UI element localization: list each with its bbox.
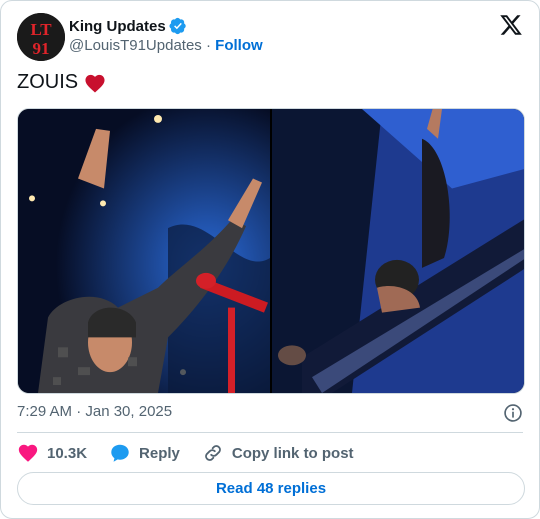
x-logo-icon[interactable] <box>499 13 523 37</box>
photo-right-balcony[interactable] <box>272 109 525 393</box>
post-timestamp[interactable]: 7:29 AM · Jan 30, 2025 <box>17 403 172 420</box>
svg-text:LT: LT <box>30 20 52 39</box>
copy-link-label: Copy link to post <box>231 444 354 462</box>
reply-label: Reply <box>139 444 180 462</box>
author-display-name[interactable]: King Updates <box>69 18 166 35</box>
like-button[interactable]: 10.3K <box>17 442 87 464</box>
follow-button[interactable]: Follow <box>215 37 263 54</box>
info-icon[interactable] <box>503 403 523 423</box>
action-bar: 10.3K Reply Copy link to post <box>17 441 376 465</box>
embedded-post-card: LT 91 King Updates @LouisT91Updates · Fo… <box>0 0 540 519</box>
avatar-logo: LT 91 <box>17 13 65 61</box>
tweet-body: ZOUIS <box>17 71 79 93</box>
reply-button[interactable]: Reply <box>109 442 180 464</box>
author-avatar[interactable]: LT 91 <box>17 13 65 61</box>
handle-separator: · <box>205 37 211 54</box>
author-handle[interactable]: @LouisT91Updates <box>69 37 202 54</box>
author-names: King Updates @LouisT91Updates · Follow <box>69 16 263 57</box>
photo-left-concert[interactable] <box>18 109 270 393</box>
like-count: 10.3K <box>47 444 88 462</box>
copy-link-button[interactable]: Copy link to post <box>202 442 354 464</box>
svg-text:91: 91 <box>33 39 50 58</box>
red-heart-emoji-icon <box>85 74 105 93</box>
post-header: LT 91 King Updates @LouisT91Updates · Fo… <box>17 13 523 61</box>
divider <box>17 432 523 433</box>
media-grid <box>17 108 525 394</box>
timestamp-row: 7:29 AM · Jan 30, 2025 <box>17 403 523 423</box>
heart-icon <box>18 444 38 462</box>
reply-bubble-icon <box>111 444 129 462</box>
link-icon <box>205 445 221 461</box>
verified-badge-icon <box>169 17 186 35</box>
read-replies-button[interactable]: Read 48 replies <box>17 472 525 505</box>
tweet-text: ZOUIS <box>17 71 106 94</box>
